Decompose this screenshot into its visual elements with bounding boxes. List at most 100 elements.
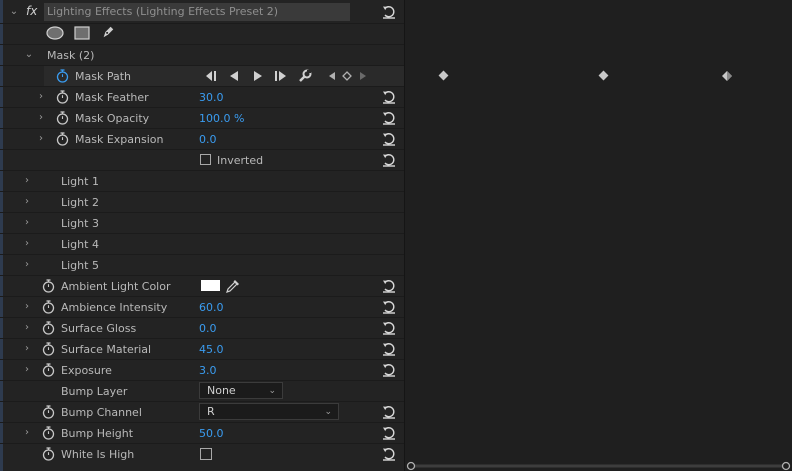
reset-icon[interactable] <box>381 425 397 441</box>
expand-chevron-icon[interactable]: › <box>22 196 32 208</box>
reset-icon[interactable] <box>381 131 397 147</box>
stopwatch-icon[interactable] <box>42 279 55 293</box>
mask-path-row[interactable]: Mask Path <box>0 66 404 87</box>
reset-icon[interactable] <box>381 4 397 20</box>
expand-chevron-icon[interactable]: › <box>22 175 32 187</box>
fx-badge[interactable]: fx <box>26 4 37 18</box>
reset-icon[interactable] <box>381 362 397 378</box>
previous-keyframe-icon[interactable] <box>328 71 336 81</box>
expand-chevron-icon[interactable]: › <box>22 259 32 271</box>
eyedropper-icon[interactable] <box>225 278 241 294</box>
surface-gloss-label: Surface Gloss <box>61 322 137 335</box>
rectangle-mask-icon[interactable] <box>74 26 90 40</box>
stopwatch-icon[interactable] <box>56 132 69 146</box>
expand-chevron-icon[interactable]: › <box>22 343 32 355</box>
white-is-high-label: White Is High <box>61 448 135 461</box>
mask-feather-row[interactable]: › Mask Feather 30.0 <box>0 87 404 108</box>
bump-channel-row[interactable]: Bump Channel R ⌄ <box>0 402 404 423</box>
ambient-color-row[interactable]: Ambient Light Color <box>0 276 404 297</box>
expand-chevron-icon[interactable]: › <box>22 364 32 376</box>
expand-chevron-icon[interactable]: › <box>22 217 32 229</box>
reset-icon[interactable] <box>381 446 397 462</box>
track-forward-icon[interactable] <box>252 70 264 82</box>
reset-icon[interactable] <box>381 341 397 357</box>
chevron-down-icon: ⌄ <box>268 386 276 396</box>
bump-layer-row: Bump Layer None ⌄ <box>0 381 404 402</box>
effect-header-row[interactable]: ⌄ fx Lighting Effects (Lighting Effects … <box>0 0 404 24</box>
light-label: Light 4 <box>61 238 99 251</box>
wrench-icon[interactable] <box>298 69 312 83</box>
stopwatch-icon[interactable] <box>42 363 55 377</box>
surface-material-row[interactable]: › Surface Material 45.0 <box>0 339 404 360</box>
track-backward-one-icon[interactable] <box>204 70 218 82</box>
expand-chevron-icon[interactable]: › <box>36 112 46 124</box>
light-row[interactable]: › Light 2 <box>0 192 404 213</box>
mask-opacity-value[interactable]: 100.0 % <box>199 111 244 126</box>
ambient-color-swatch[interactable] <box>201 280 220 291</box>
stopwatch-icon[interactable] <box>42 405 55 419</box>
next-keyframe-icon[interactable] <box>359 71 367 81</box>
mask-chevron-icon[interactable]: ⌄ <box>24 49 34 61</box>
track-forward-all-icon[interactable] <box>274 70 288 82</box>
mask-expansion-row[interactable]: › Mask Expansion 0.0 <box>0 129 404 150</box>
expand-chevron-icon[interactable]: › <box>22 322 32 334</box>
stopwatch-icon[interactable] <box>42 447 55 461</box>
reset-icon[interactable] <box>381 89 397 105</box>
light-row[interactable]: › Light 5 <box>0 255 404 276</box>
pen-mask-icon[interactable] <box>100 25 116 39</box>
surface-gloss-value[interactable]: 0.0 <box>199 321 217 336</box>
mask-path-label: Mask Path <box>75 70 131 83</box>
reset-icon[interactable] <box>381 320 397 336</box>
mask-group-row[interactable]: ⌄ Mask (2) <box>0 45 404 66</box>
surface-material-label: Surface Material <box>61 343 152 356</box>
keyframe-marker[interactable] <box>721 70 733 82</box>
track-backward-icon[interactable] <box>228 70 240 82</box>
white-is-high-row[interactable]: White Is High <box>0 444 404 465</box>
mask-opacity-row[interactable]: › Mask Opacity 100.0 % <box>0 108 404 129</box>
light-label: Light 5 <box>61 259 99 272</box>
bump-layer-dropdown[interactable]: None ⌄ <box>199 382 283 399</box>
stopwatch-icon[interactable] <box>42 321 55 335</box>
light-row[interactable]: › Light 3 <box>0 213 404 234</box>
stopwatch-icon[interactable] <box>56 111 69 125</box>
bump-channel-value: R <box>207 405 215 418</box>
mask-expansion-value[interactable]: 0.0 <box>199 132 217 147</box>
expand-chevron-icon[interactable]: › <box>22 238 32 250</box>
expand-chevron-icon[interactable]: › <box>36 91 46 103</box>
stopwatch-icon[interactable] <box>42 342 55 356</box>
reset-icon[interactable] <box>381 299 397 315</box>
surface-gloss-row[interactable]: › Surface Gloss 0.0 <box>0 318 404 339</box>
ambience-intensity-label: Ambience Intensity <box>61 301 168 314</box>
surface-material-value[interactable]: 45.0 <box>199 342 224 357</box>
stopwatch-icon[interactable] <box>42 426 55 440</box>
timeline-scrollbar[interactable] <box>405 460 792 471</box>
collapse-chevron-icon[interactable]: ⌄ <box>9 6 19 18</box>
stopwatch-icon[interactable] <box>42 300 55 314</box>
mask-feather-value[interactable]: 30.0 <box>199 90 224 105</box>
light-row[interactable]: › Light 1 <box>0 171 404 192</box>
exposure-row[interactable]: › Exposure 3.0 <box>0 360 404 381</box>
timeline-area[interactable] <box>405 0 792 471</box>
white-is-high-checkbox[interactable] <box>200 448 212 460</box>
ellipse-mask-icon[interactable] <box>46 26 64 40</box>
reset-icon[interactable] <box>381 404 397 420</box>
expand-chevron-icon[interactable]: › <box>22 301 32 313</box>
reset-icon[interactable] <box>381 278 397 294</box>
expand-chevron-icon[interactable]: › <box>36 133 46 145</box>
effect-title-bar[interactable]: Lighting Effects (Lighting Effects Prese… <box>44 3 350 21</box>
ambience-intensity-row[interactable]: › Ambience Intensity 60.0 <box>0 297 404 318</box>
inverted-label[interactable]: Inverted <box>217 153 263 168</box>
expand-chevron-icon[interactable]: › <box>22 427 32 439</box>
reset-icon[interactable] <box>381 110 397 126</box>
stopwatch-icon[interactable] <box>56 90 69 104</box>
reset-icon[interactable] <box>381 152 397 168</box>
light-row[interactable]: › Light 4 <box>0 234 404 255</box>
bump-height-row[interactable]: › Bump Height 50.0 <box>0 423 404 444</box>
bump-channel-dropdown[interactable]: R ⌄ <box>199 403 339 420</box>
add-keyframe-icon[interactable] <box>342 71 352 81</box>
bump-height-value[interactable]: 50.0 <box>199 426 224 441</box>
stopwatch-icon[interactable] <box>56 69 69 83</box>
exposure-value[interactable]: 3.0 <box>199 363 217 378</box>
inverted-checkbox[interactable] <box>200 154 211 165</box>
ambience-intensity-value[interactable]: 60.0 <box>199 300 224 315</box>
